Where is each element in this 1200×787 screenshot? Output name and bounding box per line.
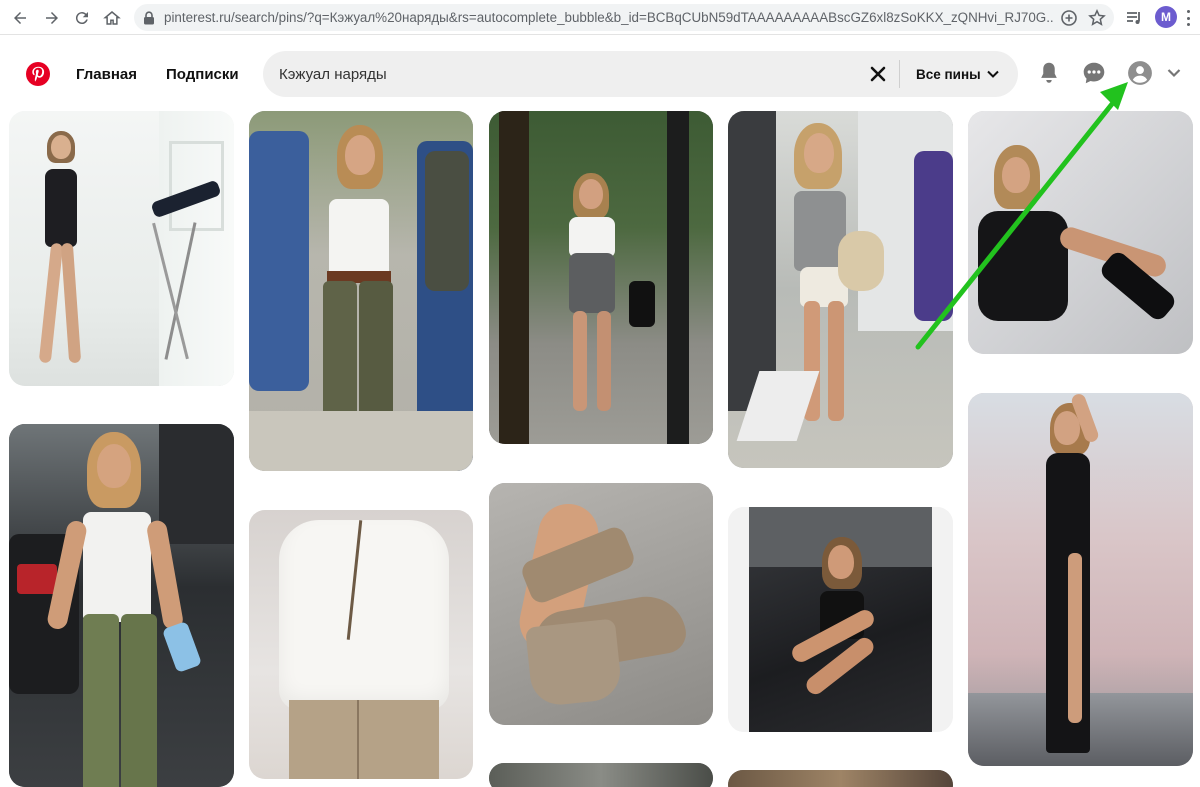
pin-card[interactable] bbox=[968, 393, 1193, 766]
lock-icon[interactable] bbox=[134, 10, 164, 25]
search-input[interactable] bbox=[279, 51, 839, 97]
browser-profile-avatar[interactable]: M bbox=[1155, 6, 1177, 28]
pin-card[interactable] bbox=[728, 111, 953, 468]
pin-card[interactable] bbox=[728, 507, 953, 732]
pin-image bbox=[9, 111, 234, 386]
add-icon[interactable] bbox=[1060, 9, 1078, 27]
pin-image bbox=[249, 510, 473, 779]
pin-image bbox=[728, 770, 953, 787]
pin-card[interactable] bbox=[9, 111, 234, 386]
pin-card[interactable] bbox=[249, 111, 473, 471]
back-icon[interactable] bbox=[8, 6, 32, 30]
pin-image bbox=[9, 424, 234, 787]
profile-avatar-icon[interactable] bbox=[1127, 60, 1153, 86]
filter-label: Все пины bbox=[916, 66, 981, 82]
address-bar[interactable]: pinterest.ru/search/pins/?q=Кэжуал%20нар… bbox=[134, 4, 1114, 31]
pin-card[interactable] bbox=[968, 111, 1193, 354]
pin-image bbox=[968, 111, 1193, 354]
pin-image bbox=[728, 507, 953, 732]
pin-card[interactable] bbox=[728, 770, 953, 787]
playlist-icon[interactable] bbox=[1125, 9, 1143, 27]
nav-home-link[interactable]: Главная bbox=[76, 66, 137, 83]
pin-card[interactable] bbox=[489, 111, 713, 444]
pin-card[interactable] bbox=[249, 510, 473, 779]
pin-image bbox=[728, 111, 953, 468]
account-menu-chevron-icon[interactable] bbox=[1167, 68, 1181, 78]
more-icon[interactable] bbox=[1183, 8, 1193, 28]
pin-image bbox=[249, 111, 473, 471]
home-icon[interactable] bbox=[100, 6, 124, 30]
nav-following-link[interactable]: Подписки bbox=[166, 66, 239, 83]
pin-image bbox=[489, 483, 713, 725]
reload-icon[interactable] bbox=[70, 6, 94, 30]
pin-filter-dropdown[interactable]: Все пины bbox=[916, 51, 999, 97]
search-bar: Все пины bbox=[263, 51, 1018, 97]
clear-search-icon[interactable] bbox=[869, 65, 887, 83]
pinterest-logo-icon[interactable] bbox=[26, 62, 50, 86]
pin-image bbox=[968, 393, 1193, 766]
pin-image bbox=[489, 111, 713, 444]
search-divider bbox=[899, 60, 900, 88]
pinterest-header: Главная Подписки Все пины bbox=[0, 36, 1200, 110]
url-text: pinterest.ru/search/pins/?q=Кэжуал%20нар… bbox=[164, 10, 1054, 25]
pin-image bbox=[489, 763, 713, 787]
notifications-bell-icon[interactable] bbox=[1036, 60, 1062, 86]
forward-icon[interactable] bbox=[40, 6, 64, 30]
messages-icon[interactable] bbox=[1081, 60, 1107, 86]
star-icon[interactable] bbox=[1088, 9, 1106, 27]
pin-card[interactable] bbox=[489, 483, 713, 725]
pin-card[interactable] bbox=[489, 763, 713, 787]
browser-toolbar: pinterest.ru/search/pins/?q=Кэжуал%20нар… bbox=[0, 0, 1200, 35]
chevron-down-icon bbox=[986, 70, 999, 78]
pin-card[interactable] bbox=[9, 424, 234, 787]
